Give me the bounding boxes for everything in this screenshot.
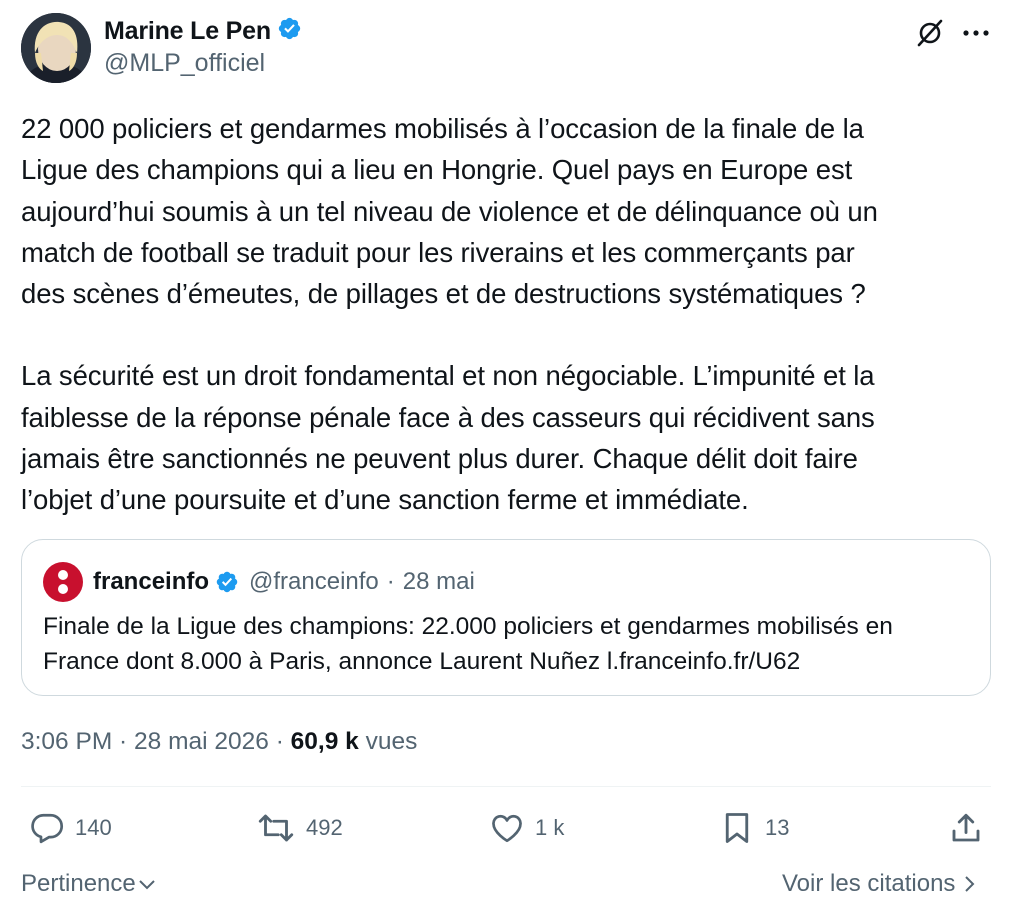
tweet-text: 22 000 policiers et gendarmes mobilisés … [21,108,996,521]
quoted-separator: · [386,568,395,595]
grok-button[interactable] [912,15,948,51]
tweet-paragraph-1: 22 000 policiers et gendarmes mobilisés … [21,113,878,310]
chevron-down-icon [139,880,155,890]
sort-label: Pertinence [21,870,136,897]
bookmark-button[interactable]: 13 [719,810,789,846]
reply-count: 140 [75,815,112,840]
quoted-tweet-card[interactable]: franceinfo @franceinfo · 28 mai Finale d… [21,539,991,696]
quoted-tweet-text: Finale de la Ligue des champions: 22.000… [43,613,893,675]
tweet-meta: 3:06 PM · 28 mai 2026 · 60,9 k vues [21,728,417,756]
author-name[interactable]: Marine Le Pen [104,17,271,46]
tweet-paragraph-2: La sécurité est un droit fondamental et … [21,360,875,516]
like-count: 1 k [535,815,565,840]
meta-separator: · [112,728,135,755]
repost-count: 492 [306,815,343,840]
view-quotes-link[interactable]: Voir les citations [782,870,975,898]
verified-badge-icon [215,570,239,594]
quoted-tweet-header: franceinfo @franceinfo · 28 mai [43,562,475,602]
divider [21,786,991,787]
grok-icon [917,19,943,47]
more-button[interactable] [956,15,996,51]
author-avatar[interactable] [21,13,91,83]
share-button[interactable] [948,810,984,846]
reply-button[interactable]: 140 [29,810,112,846]
quoted-author-handle: @franceinfo [249,568,379,595]
quoted-date[interactable]: 28 mai [403,568,475,596]
views-count: 60,9 k [290,728,359,755]
meta-separator: · [268,728,291,755]
repost-icon [258,814,294,842]
more-dots-icon [963,30,989,36]
author-handle[interactable]: @MLP_officiel [104,49,265,78]
repost-button[interactable]: 492 [256,810,343,846]
franceinfo-avatar [43,562,83,602]
author-name-row[interactable]: Marine Le Pen [104,16,302,46]
quoted-author-name[interactable]: franceinfo [93,568,209,596]
share-icon [952,813,980,842]
verified-badge-icon [277,16,302,46]
tweet-time[interactable]: 3:06 PM [21,728,112,756]
bookmark-count: 13 [765,815,790,840]
bookmark-icon [725,813,749,843]
avatar-image [21,13,91,83]
reply-icon [31,813,63,844]
sort-dropdown[interactable]: Pertinence [21,870,156,898]
view-quotes-label: Voir les citations [782,870,956,897]
like-button[interactable]: 1 k [489,810,564,846]
views-label: vues [358,728,418,755]
heart-icon [492,814,522,843]
chevron-right-icon [965,876,975,892]
tweet-date[interactable]: 28 mai 2026 [134,728,269,756]
